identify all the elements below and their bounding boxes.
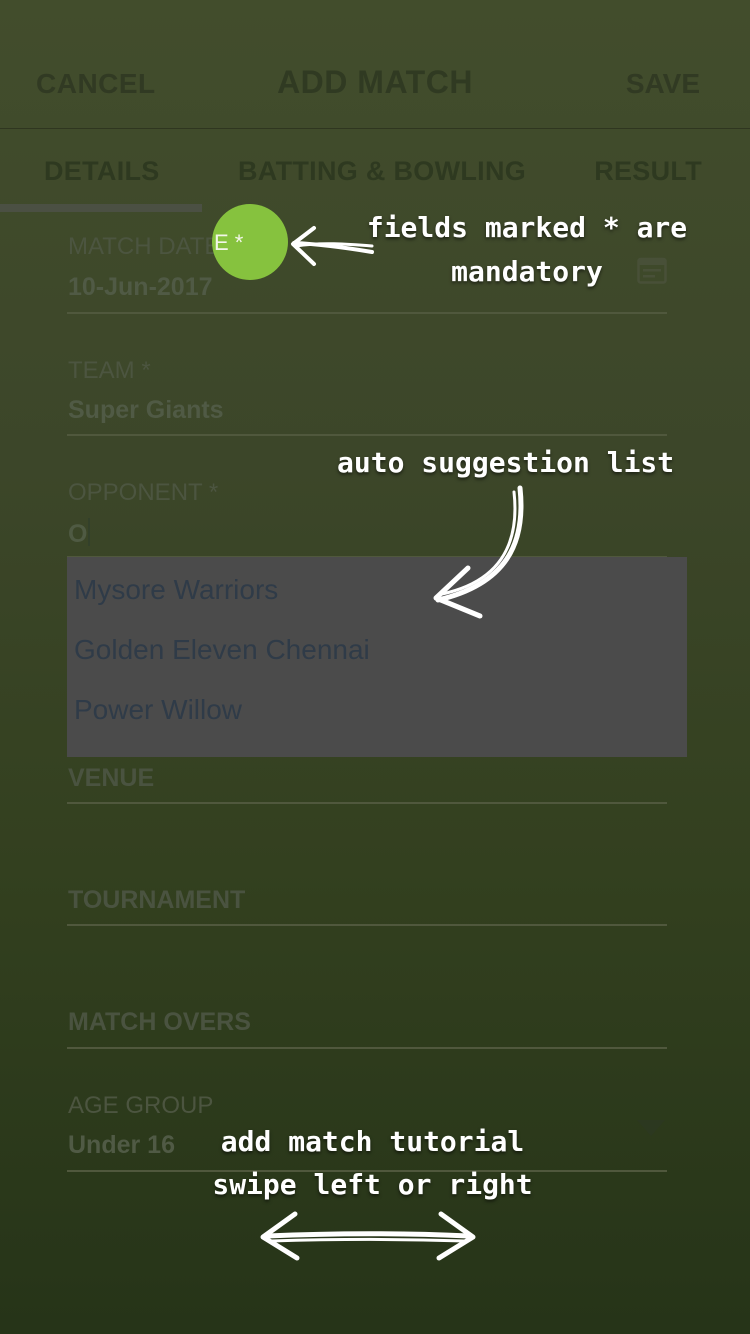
opponent-field[interactable]: OPPONENT * O: [67, 476, 667, 558]
match-date-field[interactable]: MATCH DATE * 10-Jun-2017: [67, 230, 667, 314]
opponent-input-value: O: [68, 520, 88, 548]
save-button[interactable]: SAVE: [626, 68, 700, 100]
tab-batting-bowling[interactable]: BATTING & BOWLING: [238, 156, 526, 187]
dropdown-arrow-icon[interactable]: [635, 1118, 667, 1138]
auto-suggestion-note: auto suggestion list: [337, 446, 675, 479]
opponent-label: OPPONENT *: [68, 479, 219, 506]
tab-details[interactable]: DETAILS: [44, 156, 160, 187]
active-tab-indicator: [0, 204, 202, 212]
venue-label: VENUE: [68, 764, 155, 792]
venue-field[interactable]: VENUE: [67, 760, 667, 804]
team-value: Super Giants: [68, 396, 224, 424]
suggestion-item[interactable]: Golden Eleven Chennai: [74, 634, 370, 666]
tournament-field[interactable]: TOURNAMENT: [67, 884, 667, 926]
opponent-input[interactable]: O: [68, 518, 91, 549]
tournament-label: TOURNAMENT: [68, 886, 246, 914]
top-app-bar: CANCEL ADD MATCH SAVE: [0, 0, 750, 129]
match-date-value: 10-Jun-2017: [68, 273, 213, 301]
tab-bar: DETAILS BATTING & BOWLING RESULT: [0, 128, 750, 216]
opponent-suggestion-list: Mysore Warriors Golden Eleven Chennai Po…: [67, 557, 687, 757]
age-group-label: AGE GROUP: [68, 1092, 214, 1119]
match-overs-field[interactable]: MATCH OVERS: [67, 1006, 667, 1049]
team-field[interactable]: TEAM * Super Giants: [67, 354, 667, 436]
age-group-value: Under 16: [68, 1131, 175, 1159]
suggestion-item[interactable]: Power Willow: [74, 694, 242, 726]
age-group-field[interactable]: AGE GROUP Under 16: [67, 1090, 667, 1172]
team-label: TEAM *: [68, 357, 151, 384]
suggestion-item[interactable]: Mysore Warriors: [74, 574, 278, 606]
double-arrow-icon: [260, 1211, 476, 1261]
add-match-screen: CANCEL ADD MATCH SAVE DETAILS BATTING & …: [0, 0, 750, 1334]
match-date-label: MATCH DATE *: [68, 233, 237, 260]
match-overs-label: MATCH OVERS: [68, 1008, 251, 1036]
tab-result[interactable]: RESULT: [594, 156, 702, 187]
calendar-icon[interactable]: [637, 256, 667, 284]
text-cursor: [88, 518, 91, 546]
